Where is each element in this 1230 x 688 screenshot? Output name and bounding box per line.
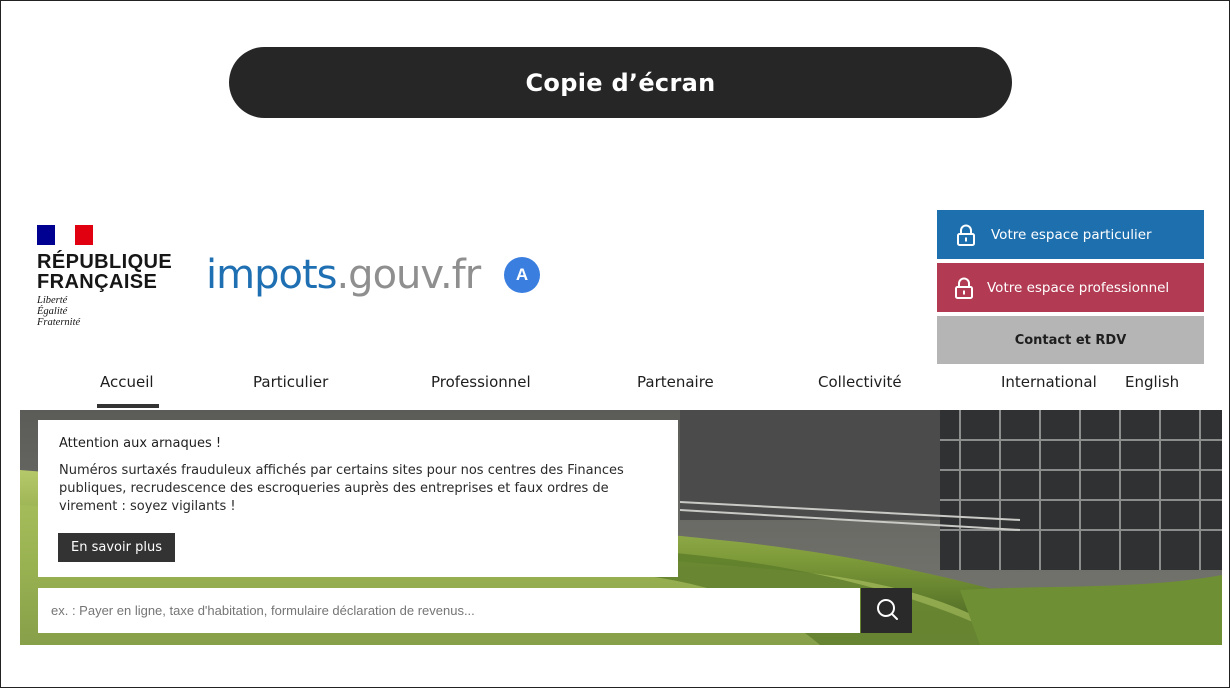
screenshot-banner: Copie d’écran xyxy=(229,47,1012,118)
alert-body: Numéros surtaxés frauduleux affichés par… xyxy=(59,463,624,514)
search-icon xyxy=(875,597,899,625)
site-brand-link[interactable]: impots.gouv.fr xyxy=(206,252,481,298)
nav-partenaire[interactable]: Partenaire xyxy=(637,373,714,391)
marianne-flag-icon xyxy=(37,225,93,245)
en-savoir-plus-button[interactable]: En savoir plus xyxy=(58,533,175,562)
motto-liberte: Liberté xyxy=(37,295,68,306)
nav-international[interactable]: International xyxy=(1001,373,1097,391)
logo-line-1: RÉPUBLIQUE xyxy=(37,251,173,273)
espace-professionnel-button[interactable]: Votre espace professionnel xyxy=(937,263,1204,312)
contact-rdv-label: Contact et RDV xyxy=(1014,332,1127,348)
main-navigation: Accueil Particulier Professionnel Parten… xyxy=(0,373,1230,409)
republique-francaise-logo[interactable]: RÉPUBLIQUE FRANÇAISE Liberté Égalité Fra… xyxy=(37,225,172,328)
nav-accueil[interactable]: Accueil xyxy=(100,373,154,391)
search-button[interactable] xyxy=(861,588,912,633)
nav-active-indicator xyxy=(97,404,159,408)
motto-egalite: Égalité xyxy=(37,306,68,317)
espace-particulier-button[interactable]: Votre espace particulier xyxy=(937,210,1204,259)
nav-particulier[interactable]: Particulier xyxy=(253,373,328,391)
logo-line-2: FRANÇAISE xyxy=(37,271,158,293)
brand-part-1: impots xyxy=(206,252,337,298)
banner-title: Copie d’écran xyxy=(525,68,716,97)
espace-particulier-label: Votre espace particulier xyxy=(991,226,1152,243)
contact-rdv-button[interactable]: Contact et RDV xyxy=(937,316,1204,364)
alert-title: Attention aux arnaques ! xyxy=(59,436,222,451)
accessibility-badge[interactable]: A xyxy=(504,257,540,293)
motto-fraternite: Fraternité xyxy=(37,317,81,328)
espace-professionnel-label: Votre espace professionnel xyxy=(987,279,1170,296)
lock-icon xyxy=(955,224,977,246)
nav-professionnel[interactable]: Professionnel xyxy=(431,373,531,391)
nav-collectivite[interactable]: Collectivité xyxy=(818,373,902,391)
search-input[interactable] xyxy=(38,588,860,633)
nav-english[interactable]: English xyxy=(1125,373,1179,391)
lock-icon xyxy=(953,277,975,299)
brand-part-2: .gouv.fr xyxy=(336,252,481,298)
